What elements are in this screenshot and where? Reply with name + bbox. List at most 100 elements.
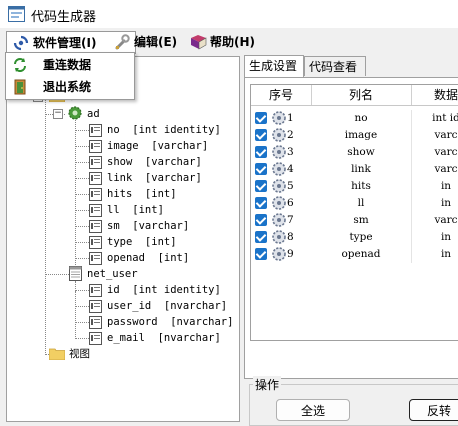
row-checkbox[interactable]	[255, 231, 267, 243]
header-data-type[interactable]: 数据	[411, 85, 458, 105]
table-row[interactable]: 1 no int id	[251, 110, 458, 127]
row-checkbox[interactable]	[255, 112, 267, 124]
tree-folder-views[interactable]: 视图	[69, 346, 90, 362]
refresh-icon	[14, 58, 26, 72]
table-row[interactable]: 8 type in	[251, 229, 458, 246]
row-index: 4	[287, 163, 294, 175]
tree-column[interactable]: image [varchar]	[107, 138, 208, 154]
row-column-name: hits	[311, 178, 412, 195]
select-all-button[interactable]: 全选	[276, 399, 350, 421]
column-grid[interactable]: 序号 列名 数据 1 no int id 2 image varc 3 show…	[250, 84, 458, 341]
tree-column[interactable]: password [nvarchar]	[107, 314, 233, 330]
header-index[interactable]: 序号	[251, 85, 312, 105]
row-checkbox[interactable]	[255, 214, 267, 226]
row-column-name: ll	[311, 195, 412, 212]
tree-column[interactable]: openad [int]	[107, 250, 189, 266]
db-tree: − 表 − ad no [int identity] image [varcha…	[7, 57, 239, 421]
tree-column[interactable]: show [varchar]	[107, 154, 202, 170]
table-icon	[69, 266, 82, 281]
tab-strip: 生成设置 代码查看	[244, 55, 458, 78]
row-index: 2	[287, 129, 294, 141]
column-icon	[89, 220, 102, 233]
table-row[interactable]: 3 show varc	[251, 144, 458, 161]
operations-group-label: 操作	[253, 376, 282, 393]
table-row[interactable]: 4 link varc	[251, 161, 458, 178]
row-checkbox[interactable]	[255, 248, 267, 260]
row-checkbox[interactable]	[255, 197, 267, 209]
menu-help[interactable]: 帮助(H)	[190, 31, 260, 53]
row-checkbox[interactable]	[255, 180, 267, 192]
gear-icon	[272, 111, 286, 125]
table-row[interactable]: 9 openad in	[251, 246, 458, 263]
window-title: 代码生成器	[31, 10, 97, 25]
row-column-name: image	[311, 127, 412, 144]
tree-table-ad[interactable]: ad	[87, 106, 100, 122]
row-checkbox[interactable]	[255, 129, 267, 141]
column-icon	[89, 124, 102, 137]
column-icon	[89, 204, 102, 217]
column-icon	[89, 332, 102, 345]
tab-code-view[interactable]: 代码查看	[304, 56, 366, 76]
gear-icon	[272, 162, 286, 176]
gear-table-icon	[68, 106, 82, 120]
tree-column[interactable]: user_id [nvarchar]	[107, 298, 227, 314]
tree-column[interactable]: e_mail [nvarchar]	[107, 330, 221, 346]
table-row[interactable]: 7 sm varc	[251, 212, 458, 229]
tab-generate-settings[interactable]: 生成设置	[244, 55, 304, 77]
gear-icon	[272, 213, 286, 227]
menu-edit[interactable]: 编辑(E)	[114, 31, 184, 53]
title-bar: 代码生成器	[0, 0, 458, 28]
row-checkbox[interactable]	[255, 146, 267, 158]
column-icon	[89, 284, 102, 297]
tree-column[interactable]: sm [varchar]	[107, 218, 189, 234]
row-checkbox[interactable]	[255, 163, 267, 175]
row-column-name: show	[311, 144, 412, 161]
header-column-name[interactable]: 列名	[311, 85, 412, 105]
table-row[interactable]: 5 hits in	[251, 178, 458, 195]
row-data-type: varc	[434, 214, 458, 226]
row-index: 9	[287, 248, 294, 260]
row-column-name: sm	[311, 212, 412, 229]
column-icon	[89, 140, 102, 153]
row-index: 6	[287, 197, 294, 209]
menu-item-reconnect-label: 重连数据	[43, 58, 92, 72]
row-data-type: in	[440, 248, 452, 260]
tree-column[interactable]: type [int]	[107, 234, 177, 250]
column-icon	[89, 252, 102, 265]
column-icon	[89, 172, 102, 185]
tree-column[interactable]: no [int identity]	[107, 122, 221, 138]
table-row[interactable]: 2 image varc	[251, 127, 458, 144]
table-row[interactable]: 6 ll in	[251, 195, 458, 212]
gear-icon	[272, 247, 286, 261]
row-data-type: int id	[432, 112, 458, 124]
gear-icon	[272, 196, 286, 210]
expand-toggle[interactable]: −	[53, 109, 63, 119]
settings-panel: 序号 列名 数据 1 no int id 2 image varc 3 show…	[244, 77, 458, 379]
row-index: 7	[287, 214, 294, 226]
wrench-icon	[115, 34, 130, 50]
tree-column[interactable]: link [varchar]	[107, 170, 202, 186]
db-tree-pane[interactable]: − 表 − ad no [int identity] image [varcha…	[6, 56, 240, 422]
row-data-type: varc	[434, 146, 458, 158]
row-column-name: link	[311, 161, 412, 178]
row-column-name: type	[311, 229, 412, 246]
column-icon	[89, 236, 102, 249]
column-icon	[89, 300, 102, 313]
column-icon	[89, 156, 102, 169]
row-data-type: in	[440, 197, 452, 209]
menu-item-exit[interactable]: 退出系统	[6, 76, 134, 98]
tree-column[interactable]: hits [int]	[107, 186, 177, 202]
tree-column[interactable]: ll [int]	[107, 202, 164, 218]
invert-selection-button[interactable]: 反转	[409, 399, 458, 421]
row-data-type: in	[440, 231, 452, 243]
menu-bar: 软件管理(I) 编辑(E) 帮助(H)	[0, 29, 458, 54]
menu-help-label: 帮助(H)	[210, 35, 256, 49]
tree-table-net-user[interactable]: net_user	[87, 266, 138, 282]
menu-item-reconnect[interactable]: 重连数据	[6, 54, 134, 76]
gear-icon	[272, 128, 286, 142]
gear-icon	[272, 179, 286, 193]
row-column-name: openad	[311, 246, 412, 263]
tree-column[interactable]: id [int identity]	[107, 282, 221, 298]
exit-icon	[14, 79, 26, 95]
row-data-type: varc	[434, 129, 458, 141]
